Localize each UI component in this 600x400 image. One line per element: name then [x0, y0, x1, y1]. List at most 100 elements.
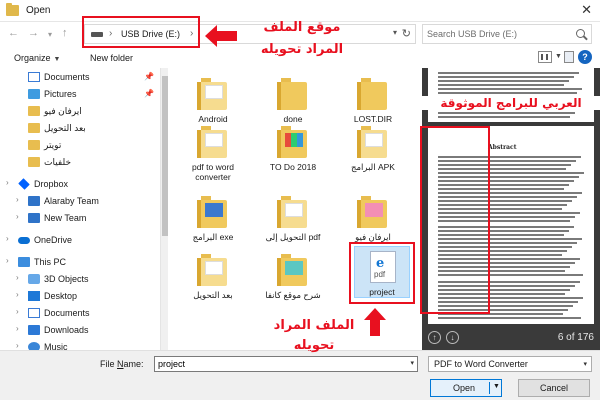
- file-type-select[interactable]: PDF to Word Converter ▾: [428, 356, 592, 372]
- folder-icon: [357, 194, 389, 230]
- file-name: البرامج APK: [351, 162, 395, 172]
- folder-icon: [197, 124, 229, 160]
- sidebar-item-pictures[interactable]: Pictures 📌: [0, 86, 160, 102]
- search-icon[interactable]: [576, 29, 585, 38]
- change-view-icon[interactable]: [538, 51, 552, 63]
- pictures-icon: [28, 89, 40, 99]
- sidebar-item-this-pc[interactable]: › This PC: [0, 254, 160, 270]
- sidebar-item-label: Desktop: [44, 291, 78, 301]
- chevron-right-icon[interactable]: ›: [16, 290, 19, 299]
- sidebar-item-label: Pictures: [44, 89, 77, 99]
- search-box[interactable]: [422, 24, 592, 44]
- file-item-irfanview[interactable]: ايرفان فيو: [338, 194, 408, 242]
- chevron-right-icon[interactable]: ›: [6, 234, 9, 243]
- pin-icon[interactable]: 📌: [144, 72, 154, 81]
- sidebar-item-onedrive[interactable]: › OneDrive: [0, 232, 160, 248]
- file-name: Android: [198, 114, 228, 124]
- back-button[interactable]: ←: [8, 26, 19, 40]
- music-icon: [28, 342, 40, 350]
- sidebar-item-downloads[interactable]: › Downloads: [0, 322, 160, 338]
- file-item-todo-2018[interactable]: TO Do 2018: [258, 124, 328, 172]
- preview-text-line: [438, 76, 574, 78]
- sidebar-item-new-team[interactable]: › New Team: [0, 210, 160, 226]
- file-name-label-rest: ame:: [123, 359, 144, 369]
- sidebar-item-label: Music: [44, 342, 68, 350]
- sidebar-item-documents-pc[interactable]: › Documents: [0, 305, 160, 321]
- folder-preview: [285, 261, 303, 275]
- sidebar-item-label: ايرفان فيو: [44, 106, 82, 116]
- file-item-after-conversion[interactable]: بعد التحويل: [178, 252, 248, 300]
- open-options-dropdown[interactable]: ▼: [493, 383, 500, 390]
- chevron-down-icon[interactable]: ▾: [393, 28, 397, 37]
- up-button[interactable]: ↑: [62, 26, 68, 40]
- forward-button[interactable]: →: [28, 26, 39, 40]
- chevron-down-icon[interactable]: ▾: [410, 359, 414, 367]
- chevron-right-icon[interactable]: ›: [16, 195, 19, 204]
- refresh-icon[interactable]: ↻: [402, 27, 411, 40]
- sidebar-item-music[interactable]: › Music: [0, 339, 160, 350]
- sidebar-item-wallpapers[interactable]: خلفيات: [0, 154, 160, 170]
- previous-page-button[interactable]: ↑: [428, 331, 441, 344]
- new-folder-button[interactable]: New folder: [90, 53, 133, 63]
- chevron-right-icon[interactable]: ›: [6, 256, 9, 265]
- sidebar-item-after-conversion[interactable]: بعد التحويل: [0, 120, 160, 136]
- preview-text-line: [438, 112, 575, 114]
- file-name: التحويل إلى pdf: [265, 232, 321, 242]
- navigation-pane[interactable]: Documents 📌 Pictures 📌 ايرفان فيو بعد ال…: [0, 68, 160, 350]
- cancel-button[interactable]: Cancel: [518, 379, 590, 397]
- chevron-right-icon[interactable]: ›: [16, 341, 19, 350]
- preview-pane-icon[interactable]: [564, 51, 574, 63]
- preview-text-line: [438, 84, 564, 86]
- recent-locations-dropdown[interactable]: ▾: [48, 28, 52, 42]
- sidebar-item-label: Dropbox: [34, 179, 69, 189]
- sidebar-item-documents[interactable]: Documents 📌: [0, 69, 160, 85]
- sidebar-item-label: بعد التحويل: [44, 123, 86, 133]
- file-item-convert-to-pdf[interactable]: التحويل إلى pdf: [258, 194, 328, 242]
- downloads-icon: [28, 325, 40, 335]
- open-button[interactable]: Open ▼: [430, 379, 502, 397]
- sidebar-item-dropbox[interactable]: › Dropbox: [0, 176, 160, 192]
- search-input[interactable]: [427, 27, 572, 41]
- preview-text-line: [438, 72, 579, 74]
- help-icon[interactable]: ?: [578, 50, 592, 64]
- chevron-down-icon: ▼: [53, 56, 61, 63]
- folder-preview: [285, 133, 303, 147]
- desktop-icon: [28, 291, 40, 301]
- file-name: شرح موقع كانفا: [265, 290, 321, 300]
- pin-icon[interactable]: 📌: [144, 89, 154, 98]
- file-item-done[interactable]: done: [258, 76, 328, 124]
- file-item-android[interactable]: Android: [178, 76, 248, 124]
- split-divider: [489, 382, 490, 394]
- file-item-apk-programs[interactable]: البرامج APK: [338, 124, 408, 172]
- chevron-right-icon[interactable]: ›: [16, 324, 19, 333]
- sidebar-item-label: This PC: [34, 257, 67, 267]
- sidebar-item-desktop[interactable]: › Desktop: [0, 288, 160, 304]
- file-item-pdf-to-word-converter[interactable]: pdf to word converter: [178, 124, 248, 182]
- chevron-right-icon[interactable]: ›: [6, 178, 9, 187]
- chevron-right-icon[interactable]: ›: [16, 307, 19, 316]
- file-item-canva-tutorial[interactable]: شرح موقع كانفا: [258, 252, 328, 300]
- sidebar-item-3d-objects[interactable]: › 3D Objects: [0, 271, 160, 287]
- organize-button[interactable]: Organize ▼: [14, 53, 60, 63]
- navigation-scrollbar[interactable]: [160, 68, 168, 350]
- sidebar-item-alaraby-team[interactable]: › Alaraby Team: [0, 193, 160, 209]
- next-page-button[interactable]: ↓: [446, 331, 459, 344]
- annotation-location-title: موقع الملف: [263, 20, 341, 35]
- chevron-right-icon[interactable]: ›: [16, 212, 19, 221]
- preview-footer: ↑ ↓ 6 of 176: [422, 326, 600, 350]
- sidebar-item-twitter[interactable]: تويتر: [0, 137, 160, 153]
- chevron-down-icon[interactable]: ▼: [555, 53, 562, 60]
- file-type-value: PDF to Word Converter: [434, 359, 528, 369]
- scrollbar-thumb[interactable]: [162, 76, 168, 236]
- folder-icon: [277, 124, 309, 160]
- file-name: pdf to word converter: [191, 162, 235, 182]
- preview-text-line: [438, 317, 581, 319]
- sidebar-item-irfanview[interactable]: ايرفان فيو: [0, 103, 160, 119]
- file-item-exe-programs[interactable]: البرامج exe: [178, 194, 248, 242]
- chevron-right-icon[interactable]: ›: [16, 273, 19, 282]
- close-button[interactable]: ✕: [581, 3, 592, 17]
- file-item-lost-dir[interactable]: LOST.DIR: [338, 76, 408, 124]
- file-name-combobox[interactable]: ▾: [154, 356, 418, 372]
- annotation-file-subtitle: تحويله: [293, 338, 335, 353]
- file-name-input[interactable]: [158, 358, 398, 370]
